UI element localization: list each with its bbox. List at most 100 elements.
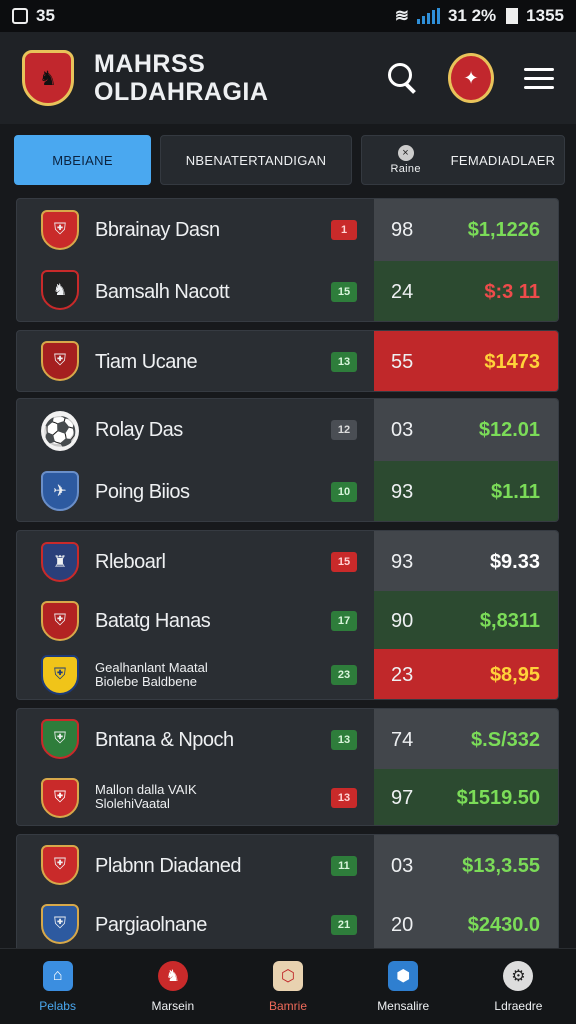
title-line1: MAHRSS (94, 50, 206, 78)
score-value: 98 (391, 219, 414, 241)
table-row[interactable]: ⛨ Mallon dalla VAIK SlolehiVaatal 13 97 … (17, 769, 558, 825)
price-value: $1,1226 (467, 219, 540, 241)
price-value: $.S/332 (471, 729, 540, 751)
team-name: Bntana & Npoch (95, 729, 234, 751)
tab-bar: MBEIANE NBENATERTANDIGAN × Raine FEMADIA… (14, 135, 566, 185)
price-value: $1519.50 (456, 787, 540, 809)
notification-icon (12, 8, 28, 24)
battery-icon (506, 8, 519, 24)
rank-badge: 13 (331, 788, 357, 808)
status-time: 35 (36, 6, 55, 25)
football-icon: ⚽ (41, 411, 79, 451)
table-row[interactable]: ⛨ Pargiaolnane 21 20 $2430.0 (17, 895, 558, 951)
nav-label: Ldraedre (494, 998, 543, 1013)
team-name: Rleboarl (95, 551, 166, 573)
team-group: ⛨ Bbrainay Dasn 1 98 $1,1226 ♞ Bamsalh N… (16, 198, 559, 322)
team-name: Pargiaolnane (95, 914, 207, 936)
price-value: $1.11 (491, 481, 540, 503)
nav-label: Pelabs (39, 998, 76, 1013)
shield-icon: ⬡ (273, 960, 303, 991)
team-name: Plabnn Diadaned (95, 855, 241, 877)
score-value: 90 (391, 610, 414, 632)
rank-badge: 10 (331, 482, 357, 502)
team-group: ♜ Rleboarl 15 93 $9.33 ⛨ Batatg Hanas 17… (16, 530, 559, 700)
nav-market[interactable]: ⬢ Mensalire (346, 949, 461, 1024)
price-value: $8,95 (489, 664, 540, 686)
page-title: MAHRSS OLDAHRAGIA (94, 50, 268, 106)
nav-home[interactable]: ⌂ Pelabs (0, 949, 115, 1024)
score-value: 24 (391, 281, 414, 303)
team-crest-icon: ⛨ (41, 719, 79, 759)
tab-fixtures[interactable]: × Raine FEMADIADLAER (361, 135, 565, 185)
club-badge-icon[interactable]: ✦ (448, 53, 494, 103)
rank-badge: 23 (331, 665, 357, 685)
team-crest-icon: ⛨ (41, 601, 79, 641)
rank-badge: 21 (331, 915, 357, 935)
team-crest-icon: ⛨ (41, 845, 79, 885)
table-row[interactable]: ⛨ Gealhanlant Maatal Biolebe Baldbene 23… (17, 649, 558, 699)
score-value: 55 (391, 351, 414, 373)
score-value: 20 (391, 914, 414, 936)
signal-icon (416, 8, 440, 24)
app-header: ♞ MAHRSS OLDAHRAGIA ✦ (0, 32, 576, 124)
tab-fixtures-label: FEMADIADLAER (450, 152, 556, 168)
score-value: 97 (391, 787, 414, 809)
nav-settings[interactable]: ⚙ Ldraedre (461, 949, 576, 1024)
score-value: 03 (391, 855, 414, 877)
title-line2: OLDAHRAGIA (94, 78, 269, 106)
nav-label: Bamrie (269, 998, 308, 1013)
nav-label: Marsein (151, 998, 195, 1013)
status-bar: 35 ≋ 31 2% 1355 (0, 0, 576, 32)
team-name: Rolay Das (95, 419, 183, 441)
score-value: 03 (391, 419, 414, 441)
team-group: ⛨ Plabnn Diadaned 11 03 $13,3.55 ⛨ Pargi… (16, 834, 559, 952)
team-group: ⚽ Rolay Das 12 03 $12.01 ✈ Poing Biios 1… (16, 398, 559, 522)
table-row[interactable]: ♜ Rleboarl 15 93 $9.33 (17, 531, 558, 591)
table-row[interactable]: ♞ Bamsalh Nacott 15 24 $:3 11 (17, 261, 558, 321)
team-crest-icon: ⛨ (41, 210, 79, 250)
table-row[interactable]: ⛨ Bbrainay Dasn 1 98 $1,1226 (17, 199, 558, 261)
team-crest-icon: ⛨ (41, 655, 79, 695)
team-name: Mallon dalla VAIK SlolehiVaatal (95, 782, 197, 811)
status-clock: 1355 (526, 6, 564, 25)
score-value: 23 (391, 664, 414, 686)
home-icon: ⌂ (42, 960, 73, 991)
app-logo-icon: ♞ (22, 50, 74, 106)
menu-icon[interactable] (524, 67, 554, 89)
team-crest-icon: ♞ (41, 270, 79, 310)
bottom-nav: ⌂ Pelabs ♞ Marsein ⬡ Bamrie ⬢ Mensalire … (0, 948, 576, 1024)
nav-teams[interactable]: ⬡ Bamrie (230, 949, 345, 1024)
price-value: $2430.0 (467, 914, 540, 936)
team-crest-icon: ✈ (41, 471, 79, 511)
price-value: $:3 11 (484, 281, 540, 303)
tab-main[interactable]: MBEIANE (14, 135, 151, 185)
table-row[interactable]: ✈ Poing Biios 10 93 $1.11 (17, 461, 558, 521)
team-name: Batatg Hanas (95, 610, 211, 632)
team-name: Gealhanlant Maatal Biolebe Baldbene (95, 660, 208, 689)
table-row[interactable]: ⛨ Batatg Hanas 17 90 $,8311 (17, 591, 558, 649)
rank-badge: 17 (331, 611, 357, 631)
rank-badge: 12 (331, 420, 357, 440)
clock-icon: × (397, 145, 414, 161)
table-row[interactable]: ⛨ Bntana & Npoch 13 74 $.S/332 (17, 709, 558, 769)
table-row[interactable]: ⚽ Rolay Das 12 03 $12.01 (17, 399, 558, 461)
team-name: Bamsalh Nacott (95, 281, 230, 303)
rank-badge: 11 (331, 856, 357, 876)
team-name: Poing Biios (95, 481, 190, 503)
tab-competitions[interactable]: NBENATERTANDIGAN (160, 135, 352, 185)
price-value: $1473 (484, 351, 540, 373)
score-value: 93 (391, 481, 414, 503)
rank-badge: 15 (331, 552, 357, 572)
table-row[interactable]: ⛨ Plabnn Diadaned 11 03 $13,3.55 (17, 835, 558, 895)
hexagon-icon: ⬢ (388, 960, 419, 991)
table-row[interactable]: ⛨ Tiam Ucane 13 55 $1473 (17, 331, 558, 391)
wifi-icon: ≋ (394, 6, 409, 25)
settings-icon: ⚙ (503, 960, 534, 991)
search-icon[interactable] (388, 63, 418, 93)
team-name: Tiam Ucane (95, 351, 198, 373)
team-name: Bbrainay Dasn (95, 219, 220, 241)
rank-badge: 1 (331, 220, 357, 240)
nav-club[interactable]: ♞ Marsein (115, 949, 230, 1024)
team-crest-icon: ⛨ (41, 778, 79, 818)
team-crest-icon: ♜ (41, 542, 79, 582)
